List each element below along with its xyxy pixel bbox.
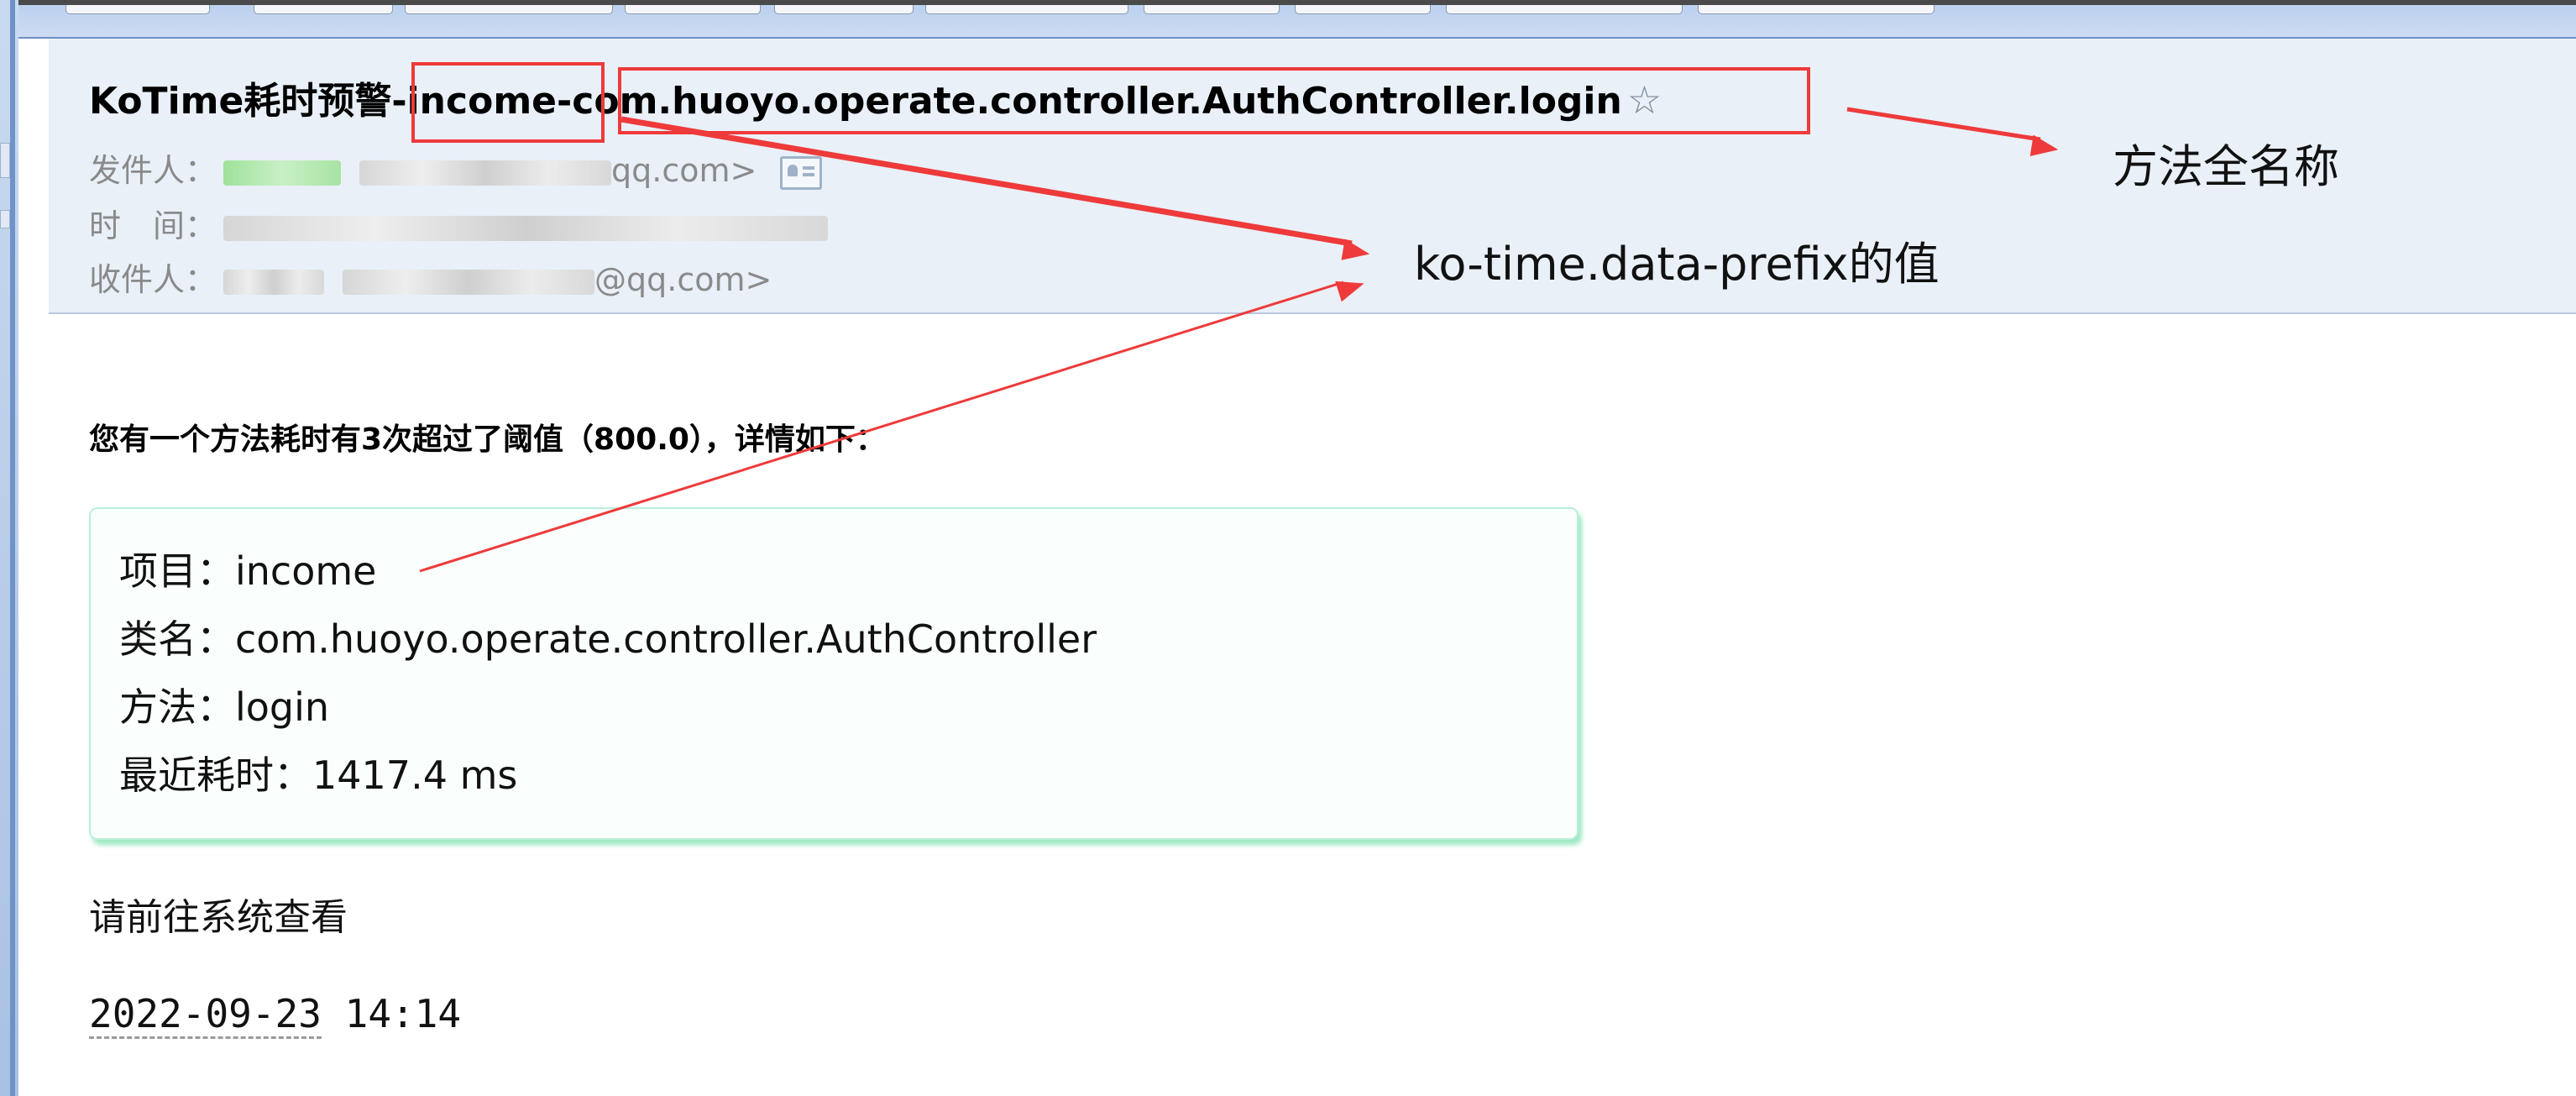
arrow-to-data-prefix-from-subject (620, 116, 1370, 260)
arrow-to-data-prefix-from-project (419, 281, 1364, 573)
arrow-to-method-fullname (1846, 107, 2059, 156)
annotation-arrows (419, 107, 2059, 573)
